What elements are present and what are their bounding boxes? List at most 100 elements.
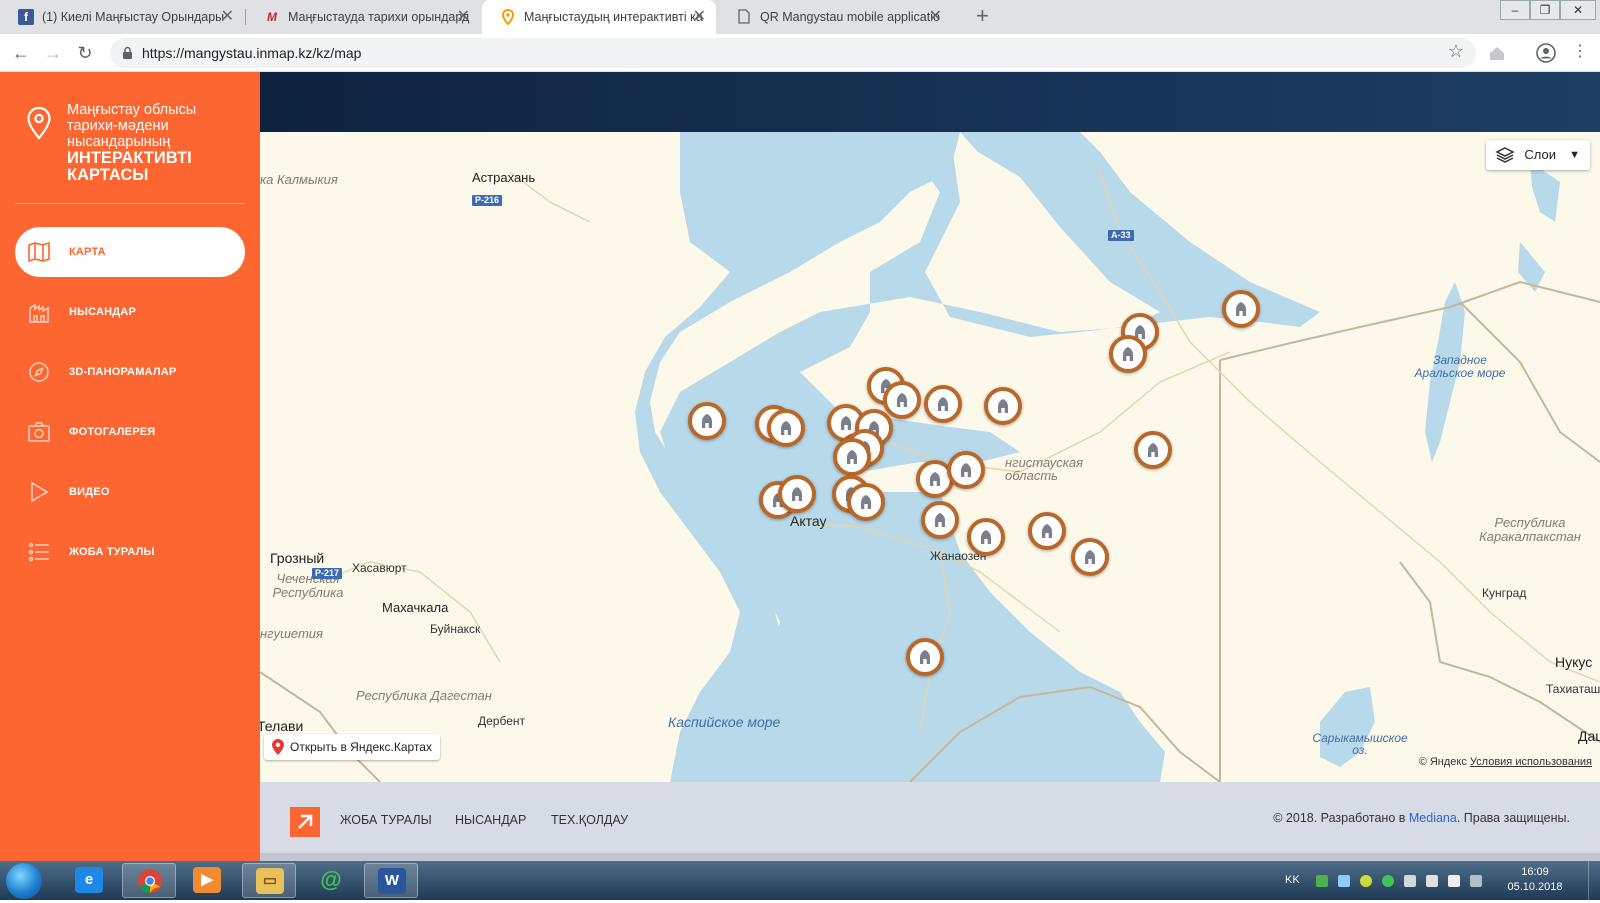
footer-link-objects[interactable]: НЫСАНДАР: [455, 782, 526, 858]
windows-taskbar: e ▶ ▭ @ W KK 16:09 05.10.2018: [0, 861, 1600, 900]
media-player-icon[interactable]: ▶: [180, 863, 234, 898]
close-window-button[interactable]: ✕: [1560, 0, 1596, 20]
mausoleum-icon: [935, 513, 945, 527]
system-clock[interactable]: 16:09 05.10.2018: [1505, 865, 1565, 895]
mausoleum-icon: [930, 472, 940, 486]
mausoleum-icon: [1236, 302, 1246, 316]
site-brand[interactable]: Маңғыстау облысы тарихи-мәдени нысандары…: [0, 102, 260, 192]
mausoleum-icon: [1085, 550, 1095, 564]
browser-tab[interactable]: f (1) Киелі Маңғыстау Орындары ✕: [0, 0, 244, 34]
browser-tab[interactable]: QR Mangystau mobile applicatio ✕: [718, 0, 952, 34]
sidebar-item-label: НЫСАНДАР: [69, 306, 136, 318]
address-url[interactable]: https://mangystau.inmap.kz/kz/map: [142, 38, 361, 68]
terms-link[interactable]: Условия использования: [1470, 756, 1592, 768]
windows-start-button[interactable]: [6, 863, 42, 899]
sidebar-item-video[interactable]: ВИДЕО: [15, 467, 245, 517]
arrow-up-right-icon: [298, 814, 313, 829]
footer-link-support[interactable]: ТЕХ.ҚОЛДАУ: [551, 782, 628, 858]
sidebar-item-objects[interactable]: НЫСАНДАР: [15, 287, 245, 337]
road-tag: Р-216: [472, 195, 503, 206]
mediana-link[interactable]: Mediana: [1409, 811, 1457, 825]
tray-messenger-icon[interactable]: [1382, 875, 1394, 887]
heritage-site-marker[interactable]: [921, 501, 959, 539]
brand-line: нысандарының: [67, 134, 171, 150]
address-bar[interactable]: https://mangystau.inmap.kz/kz/map ☆: [110, 38, 1476, 68]
heritage-site-marker[interactable]: [1222, 290, 1260, 328]
sidebar-item-panoramas[interactable]: 3D-ПАНОРАМАЛАР: [15, 347, 245, 397]
word-icon[interactable]: W: [364, 863, 418, 898]
new-tab-button[interactable]: +: [976, 0, 989, 32]
heritage-site-marker[interactable]: [967, 518, 1005, 556]
copyright-text: © Яндекс: [1418, 756, 1467, 768]
place-label: Буйнакск: [430, 622, 481, 636]
sidebar-item-about[interactable]: ЖОБА ТУРАЛЫ: [15, 527, 245, 577]
network-icon[interactable]: [1470, 875, 1482, 887]
internet-explorer-icon[interactable]: e: [62, 863, 116, 898]
tray-antivirus-icon[interactable]: [1316, 875, 1328, 887]
facebook-icon: f: [18, 9, 34, 25]
open-in-yandex-button[interactable]: Открыть в Яндекс.Картах: [264, 734, 440, 760]
header-band: [260, 72, 1600, 132]
sidebar-item-gallery[interactable]: ФОТОГАЛЕРЕЯ: [15, 407, 245, 457]
heritage-site-marker[interactable]: [833, 438, 871, 476]
tray-app-icon[interactable]: [1360, 875, 1372, 887]
browser-tab[interactable]: M Маңғыстауда тарихи орындард ✕: [246, 0, 480, 34]
bookmark-star-icon[interactable]: ☆: [1448, 41, 1464, 62]
browser-tab-active[interactable]: Маңғыстаудың интерактивті ка ✕: [482, 0, 716, 34]
minimize-window-button[interactable]: –: [1500, 0, 1530, 20]
heritage-site-marker[interactable]: [1134, 431, 1172, 469]
sidebar-item-label: КАРТА: [69, 246, 106, 258]
heritage-site-marker[interactable]: [1071, 538, 1109, 576]
heritage-site-marker[interactable]: [947, 451, 985, 489]
heritage-site-marker[interactable]: [767, 409, 805, 447]
action-center-flag-icon[interactable]: [1448, 875, 1460, 887]
heritage-site-marker[interactable]: [778, 475, 816, 513]
sidebar-item-map[interactable]: КАРТА: [15, 227, 245, 277]
restore-window-button[interactable]: ❐: [1530, 0, 1560, 20]
sidebar-divider: [15, 203, 245, 204]
tab-title: QR Mangystau mobile applicatio: [760, 10, 940, 24]
close-tab-icon[interactable]: ✕: [929, 0, 942, 34]
place-label: Кунград: [1482, 586, 1527, 600]
reload-icon[interactable]: ↻: [73, 41, 97, 65]
horizontal-scrollbar[interactable]: [260, 853, 1600, 861]
sidebar-item-label: ФОТОГАЛЕРЕЯ: [69, 426, 156, 438]
mausoleum-icon: [781, 421, 791, 435]
interactive-map[interactable]: Астрахань ка Калмыкия Грозный Хасавюрт Ч…: [260, 132, 1600, 782]
chrome-icon[interactable]: [122, 863, 176, 898]
layers-button[interactable]: Слои ▼: [1486, 140, 1590, 170]
place-label: нгистауская область: [1005, 455, 1084, 483]
place-label: Сарыкамышское оз.: [1312, 731, 1408, 757]
clock-time: 16:09: [1521, 866, 1549, 878]
tray-update-icon[interactable]: [1338, 875, 1350, 887]
volume-icon[interactable]: [1426, 875, 1438, 887]
heritage-site-marker[interactable]: [688, 402, 726, 440]
kebab-menu-icon[interactable]: ⋮: [1572, 40, 1588, 64]
place-label: нгушетия: [260, 626, 323, 641]
forward-arrow-icon[interactable]: →: [41, 41, 65, 65]
close-tab-icon[interactable]: ✕: [221, 0, 234, 34]
close-tab-icon[interactable]: ✕: [693, 0, 706, 34]
heritage-site-marker[interactable]: [984, 387, 1022, 425]
footer-logo[interactable]: [290, 807, 320, 837]
show-desktop-button[interactable]: [1588, 861, 1600, 900]
back-arrow-icon[interactable]: ←: [9, 41, 33, 65]
place-label: ка Калмыкия: [260, 172, 338, 187]
heritage-site-marker[interactable]: [847, 483, 885, 521]
close-tab-icon[interactable]: ✕: [457, 0, 470, 34]
tray-device-icon[interactable]: [1404, 875, 1416, 887]
heritage-site-marker[interactable]: [1028, 512, 1066, 550]
heritage-site-marker[interactable]: [883, 381, 921, 419]
heritage-site-marker[interactable]: [924, 385, 962, 423]
file-explorer-icon[interactable]: ▭: [242, 863, 296, 898]
extension-icon[interactable]: [1488, 44, 1506, 62]
messenger-icon[interactable]: @: [304, 863, 358, 898]
heritage-site-marker[interactable]: [906, 638, 944, 676]
keyboard-language[interactable]: KK: [1285, 861, 1300, 900]
profile-icon[interactable]: [1536, 43, 1556, 63]
heritage-site-marker[interactable]: [1109, 335, 1147, 373]
map-base-layer: [260, 132, 1600, 782]
sidebar-item-label: ЖОБА ТУРАЛЫ: [69, 546, 155, 558]
place-label: Актау: [790, 513, 827, 529]
footer-link-about[interactable]: ЖОБА ТУРАЛЫ: [340, 782, 432, 858]
